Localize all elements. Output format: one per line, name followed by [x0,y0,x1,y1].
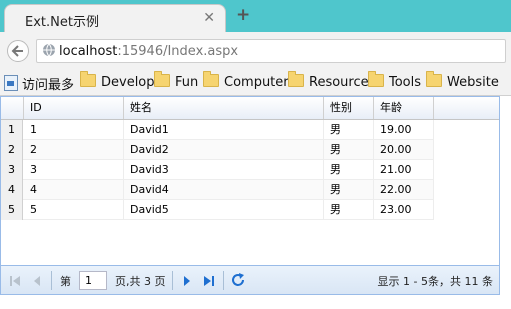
column-header-gender[interactable]: 性别 [324,97,374,119]
url-input[interactable]: localhost:15946/Index.aspx [36,39,506,63]
back-button[interactable] [7,40,29,62]
next-page-icon[interactable] [181,275,193,287]
column-header-name[interactable]: 姓名 [124,97,324,119]
grid-header: ID 姓名 性别 年龄 [1,97,499,120]
bookmark-tools[interactable]: Tools [368,71,422,90]
row-number: 3 [1,160,23,180]
row-number: 2 [1,140,23,160]
folder-icon [288,71,304,87]
table-row[interactable]: 1 1 David1 男 19.00 [1,120,434,140]
table-row[interactable]: 3 3 David3 男 21.00 [1,160,434,180]
table-row[interactable]: 2 2 David2 男 20.00 [1,140,434,160]
bookmark-resource[interactable]: Resource [288,71,369,90]
bookmark-most-visited[interactable]: 访问最多 [4,74,74,93]
bookmark-label: Fun [175,75,199,90]
cell-id: 1 [24,120,124,140]
cell-name: David4 [124,180,324,200]
cell-name: David1 [124,120,324,140]
page-total-label: 页,共 3 页 [115,275,166,288]
folder-icon [80,71,96,87]
row-number: 4 [1,180,23,200]
row-number-header [1,97,24,119]
last-page-icon[interactable] [203,275,215,287]
page-icon [4,75,18,91]
cell-id: 3 [24,160,124,180]
bookmark-label: Computer [224,75,289,90]
bookmark-computer[interactable]: Computer [203,71,289,90]
table-row[interactable]: 4 4 David4 男 22.00 [1,180,434,200]
page-number-input[interactable]: 1 [79,271,107,290]
bookmark-label: Resource [309,75,369,90]
cell-gender: 男 [324,160,374,180]
folder-icon [203,71,219,87]
cell-age: 20.00 [374,140,434,160]
bookmark-label: 访问最多 [22,78,75,93]
row-number: 5 [1,200,23,220]
refresh-icon[interactable] [230,272,246,288]
first-page-icon[interactable] [9,275,21,287]
previous-page-icon[interactable] [31,275,43,287]
column-header-age[interactable]: 年龄 [374,97,434,119]
cell-gender: 男 [324,180,374,200]
folder-icon [154,71,170,87]
bookmark-label: Tools [389,75,422,90]
close-tab-icon[interactable]: ✕ [203,10,215,26]
bookmark-label: Develop [101,75,155,90]
toolbar-separator [172,271,173,290]
tab-title: Ext.Net示例 [25,15,99,30]
cell-id: 5 [24,200,124,220]
cell-gender: 男 [324,200,374,220]
bookmark-fun[interactable]: Fun [154,71,199,90]
page-prefix-label: 第 [60,275,71,288]
column-header-id[interactable]: ID [24,97,124,119]
cell-gender: 男 [324,140,374,160]
table-row[interactable]: 5 5 David5 男 23.00 [1,200,434,220]
bookmark-website[interactable]: Website [426,71,499,90]
url-text: localhost:15946/Index.aspx [59,44,238,59]
folder-icon [368,71,384,87]
cell-age: 19.00 [374,120,434,140]
url-path: :15946/Index.aspx [117,44,239,59]
cell-age: 21.00 [374,160,434,180]
cell-name: David3 [124,160,324,180]
cell-gender: 男 [324,120,374,140]
cell-name: David5 [124,200,324,220]
cell-age: 22.00 [374,180,434,200]
new-tab-button[interactable]: + [236,5,250,25]
cell-name: David2 [124,140,324,160]
url-host: localhost [59,44,118,59]
row-number: 1 [1,120,23,140]
bookmark-label: Website [447,75,499,90]
bookmark-develop[interactable]: Develop [80,71,155,90]
globe-icon [43,43,55,57]
paging-display-info: 显示 1 - 5条，共 11 条 [377,275,493,288]
bookmarks-bar: 访问最多 Develop Fun Computer Resource Tools… [0,68,511,96]
cell-age: 23.00 [374,200,434,220]
toolbar-separator [223,271,224,290]
browser-tab[interactable]: Ext.Net示例 ✕ [4,4,226,32]
toolbar-separator [51,271,52,290]
back-arrow-icon [11,45,23,57]
browser-tab-strip: Ext.Net示例 ✕ + [0,0,511,32]
cell-id: 4 [24,180,124,200]
folder-icon [426,71,442,87]
paging-toolbar: 第 1 页,共 3 页 显示 1 - 5条，共 11 条 [1,265,499,294]
cell-id: 2 [24,140,124,160]
